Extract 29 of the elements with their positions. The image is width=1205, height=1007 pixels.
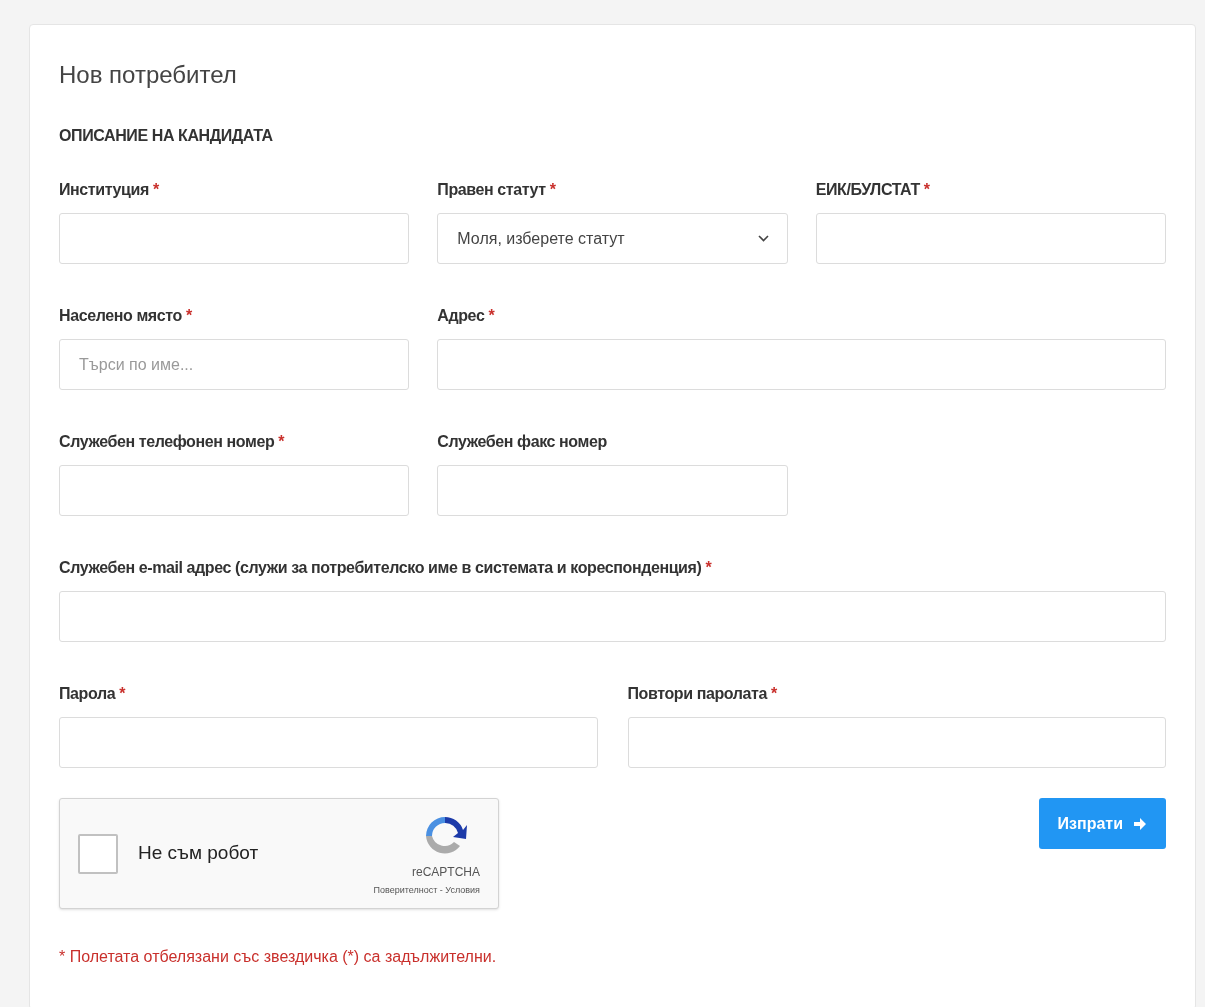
section-heading: ОПИСАНИЕ НА КАНДИДАТА — [59, 126, 274, 146]
field-label: ЕИК/БУЛСТАТ * — [815, 180, 931, 200]
field-label: Служебен факс номер — [437, 432, 608, 452]
input-field[interactable] — [437, 339, 1166, 390]
checkbox-label: Не съм робот — [138, 841, 259, 866]
chevron-down-icon — [757, 235, 769, 242]
input-field[interactable] — [627, 717, 1166, 768]
field-label: Правен статут * — [437, 180, 557, 200]
page-title: Нов потребител — [59, 60, 238, 90]
field-label: Институция * — [59, 180, 160, 200]
field-label: Служебен e-mail адрес (служи за потребителско име в системата и кореспонденция) * — [59, 558, 713, 578]
input-field[interactable] — [815, 213, 1166, 264]
input-field[interactable] — [59, 591, 1166, 642]
field-label: Служебен телефонен номер * — [59, 432, 286, 452]
input-field[interactable] — [59, 213, 410, 264]
status-dropdown[interactable]: Моля, изберете статут — [437, 213, 788, 264]
field-label: Адрес * — [437, 306, 496, 326]
input-field[interactable] — [59, 465, 410, 516]
field-label: Повтори паролата * — [627, 684, 778, 704]
input-field[interactable] — [437, 465, 788, 516]
field-label: Парола * — [59, 684, 127, 704]
recaptcha-brand: reCAPTCHA — [412, 864, 480, 882]
field-label: Населено място * — [59, 306, 193, 326]
arrow-right-icon — [1133, 816, 1147, 831]
required-fields-note: * Полетата отбелязани със звездичка (*) са задължителни. — [59, 947, 498, 967]
privacy-terms-links[interactable]: Поверителност - Условия — [373, 884, 480, 898]
input-field[interactable] — [59, 717, 598, 768]
checkbox[interactable] — [78, 833, 118, 874]
input-field[interactable]: Търси по име... — [59, 339, 410, 390]
